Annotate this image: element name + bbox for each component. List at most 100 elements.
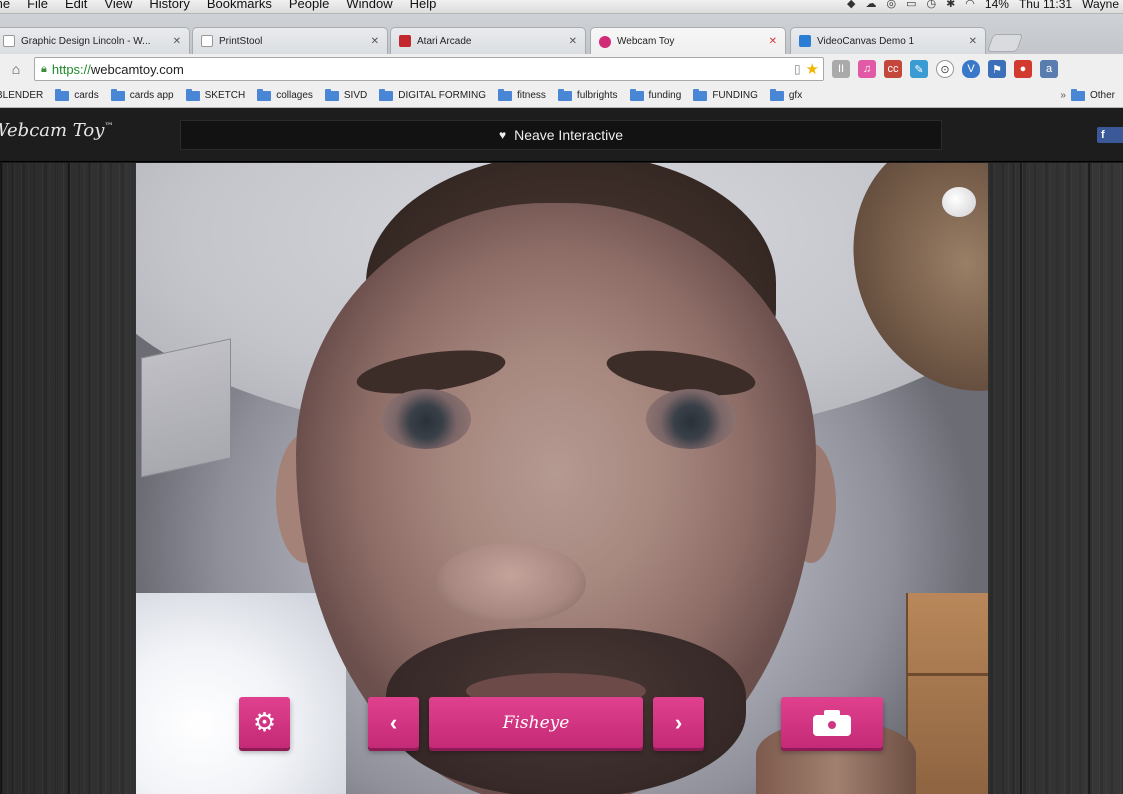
tab-title: VideoCanvas Demo 1	[817, 35, 915, 47]
circle-extension-icon[interactable]: ⊙	[936, 60, 954, 78]
address-bar[interactable]: 🔒︎ https://webcamtoy.com ▯ ★	[34, 57, 824, 81]
status-area: ◆ ☁ ◎ ▭ ◷ ✱ ◠ 14% Thu 11:31 Wayne	[847, 0, 1123, 13]
dropbox-icon[interactable]: ◆	[847, 0, 855, 11]
cc-extension-icon[interactable]: cc	[884, 60, 902, 78]
flag-extension-icon[interactable]: ⚑	[988, 60, 1006, 78]
close-icon[interactable]: ✕	[371, 36, 379, 47]
home-icon[interactable]: ⌂	[4, 61, 28, 77]
bookmark-folder[interactable]: fulbrights	[557, 88, 618, 101]
bookmark-folder[interactable]: DIGITAL FORMING	[379, 88, 486, 101]
menu-people[interactable]: People	[289, 0, 329, 11]
site-logo[interactable]: Webcam Toy™	[0, 120, 113, 141]
menu-app[interactable]: me	[0, 0, 10, 11]
wifi-icon[interactable]: ◠	[965, 0, 975, 11]
folder-icon	[498, 88, 513, 101]
bookmark-folder[interactable]: fitness	[498, 88, 546, 101]
cloud-icon[interactable]: ☁	[865, 0, 876, 11]
effect-name-button[interactable]: Fisheye	[429, 697, 643, 748]
heart-icon: ♥	[498, 128, 507, 142]
bookmark-folder[interactable]: funding	[629, 88, 681, 101]
clock[interactable]: Thu 11:31	[1019, 0, 1072, 11]
user-name[interactable]: Wayne	[1082, 0, 1119, 11]
menu-help[interactable]: Help	[410, 0, 437, 11]
tab-webcam-toy[interactable]: Webcam Toy ✕	[590, 27, 786, 55]
lastpass-icon[interactable]: ●	[1014, 60, 1032, 78]
close-icon[interactable]: ✕	[569, 36, 577, 47]
bookmark-star-icon[interactable]: ★	[806, 60, 819, 78]
banner-text: Neave Interactive	[514, 127, 624, 143]
menu-history[interactable]: History	[149, 0, 189, 11]
bookmark-folder[interactable]: gfx	[769, 88, 802, 101]
lock-icon[interactable]: 🔒︎	[41, 63, 47, 76]
bookmark-folder[interactable]: FUNDING	[693, 88, 758, 101]
close-icon[interactable]: ✕	[173, 36, 181, 47]
url-host: webcamtoy.com	[90, 61, 184, 77]
folder-icon	[557, 88, 572, 101]
other-bookmarks[interactable]: » Other	[1060, 88, 1115, 101]
folder-icon	[55, 88, 70, 101]
chevron-right-icon: ›	[674, 709, 683, 735]
chevron-icon: »	[1060, 90, 1066, 101]
tab-title: Atari Arcade	[417, 35, 472, 47]
shield-icon[interactable]: V	[962, 60, 980, 78]
folder-icon	[110, 88, 125, 101]
bookmark-blender[interactable]: BLENDER	[0, 90, 43, 101]
bright-window	[136, 593, 346, 794]
nose	[436, 543, 586, 623]
facebook-button[interactable]: f	[1097, 127, 1123, 143]
next-effect-button[interactable]: ›	[653, 697, 704, 748]
tab-title: PrintStool	[219, 35, 263, 47]
bookmark-folder[interactable]: collages	[257, 88, 313, 101]
bookmarks-bar: BLENDER cards cards app SKETCH collages …	[0, 84, 1123, 108]
menu-view[interactable]: View	[104, 0, 132, 11]
previous-effect-button[interactable]: ‹	[368, 697, 419, 748]
videocanvas-icon	[799, 35, 811, 47]
time-machine-icon[interactable]: ◷	[926, 0, 936, 11]
tab-atari-arcade[interactable]: Atari Arcade ✕	[390, 27, 586, 54]
sync-icon[interactable]: ◎	[886, 0, 896, 11]
music-extension-icon[interactable]: ♫	[858, 60, 876, 78]
take-photo-button[interactable]	[781, 697, 883, 748]
bookmark-folder[interactable]: SIVD	[324, 88, 367, 101]
menu-file[interactable]: File	[27, 0, 48, 11]
page-icon	[201, 35, 213, 47]
bookmark-folder[interactable]: SKETCH	[185, 88, 245, 101]
gear-icon: ⚙	[252, 707, 277, 737]
page-action-icon[interactable]: ▯	[794, 62, 801, 76]
battery-status[interactable]: 14%	[985, 0, 1009, 11]
close-icon[interactable]: ✕	[769, 36, 777, 47]
close-icon[interactable]: ✕	[969, 36, 977, 47]
new-tab-button[interactable]	[986, 34, 1024, 52]
pause-extension-icon[interactable]: II	[832, 60, 850, 78]
chevron-left-icon: ‹	[389, 709, 398, 735]
tab-printstool[interactable]: PrintStool ✕	[192, 27, 388, 54]
tab-title: Webcam Toy	[617, 36, 675, 47]
extensions: II ♫ cc ✎ ⊙ V ⚑ ● a	[832, 60, 1058, 78]
bluetooth-icon[interactable]: ✱	[946, 0, 955, 11]
camera-icon	[813, 709, 851, 736]
folder-icon	[1070, 88, 1085, 101]
url-scheme: https://	[51, 61, 91, 77]
effect-name: Fisheye	[502, 712, 570, 733]
tab-videocanvas[interactable]: VideoCanvas Demo 1 ✕	[790, 27, 986, 54]
os-menubar: me File Edit View History Bookmarks Peop…	[0, 0, 1123, 14]
app-menu: me File Edit View History Bookmarks Peop…	[0, 0, 453, 13]
monitor-icon[interactable]: ▭	[906, 0, 916, 11]
folder-icon	[769, 88, 784, 101]
settings-button[interactable]: ⚙	[239, 697, 290, 748]
menu-window[interactable]: Window	[346, 0, 392, 11]
neave-banner[interactable]: ♥ Neave Interactive	[180, 120, 942, 150]
cardboard-boxes	[906, 593, 988, 794]
tools-extension-icon[interactable]: ✎	[910, 60, 928, 78]
tab-graphic-design[interactable]: Graphic Design Lincoln - W... ✕	[0, 27, 190, 54]
tab-title: Graphic Design Lincoln - W...	[21, 35, 151, 47]
translate-extension-icon[interactable]: a	[1040, 60, 1058, 78]
folder-icon	[257, 88, 272, 101]
menu-edit[interactable]: Edit	[65, 0, 87, 11]
menu-bookmarks[interactable]: Bookmarks	[207, 0, 272, 11]
left-eye	[381, 389, 471, 449]
atari-icon	[399, 35, 411, 47]
bookmark-folder[interactable]: cards app	[110, 88, 174, 101]
folder-icon	[185, 88, 200, 101]
bookmark-folder[interactable]: cards	[55, 88, 99, 101]
